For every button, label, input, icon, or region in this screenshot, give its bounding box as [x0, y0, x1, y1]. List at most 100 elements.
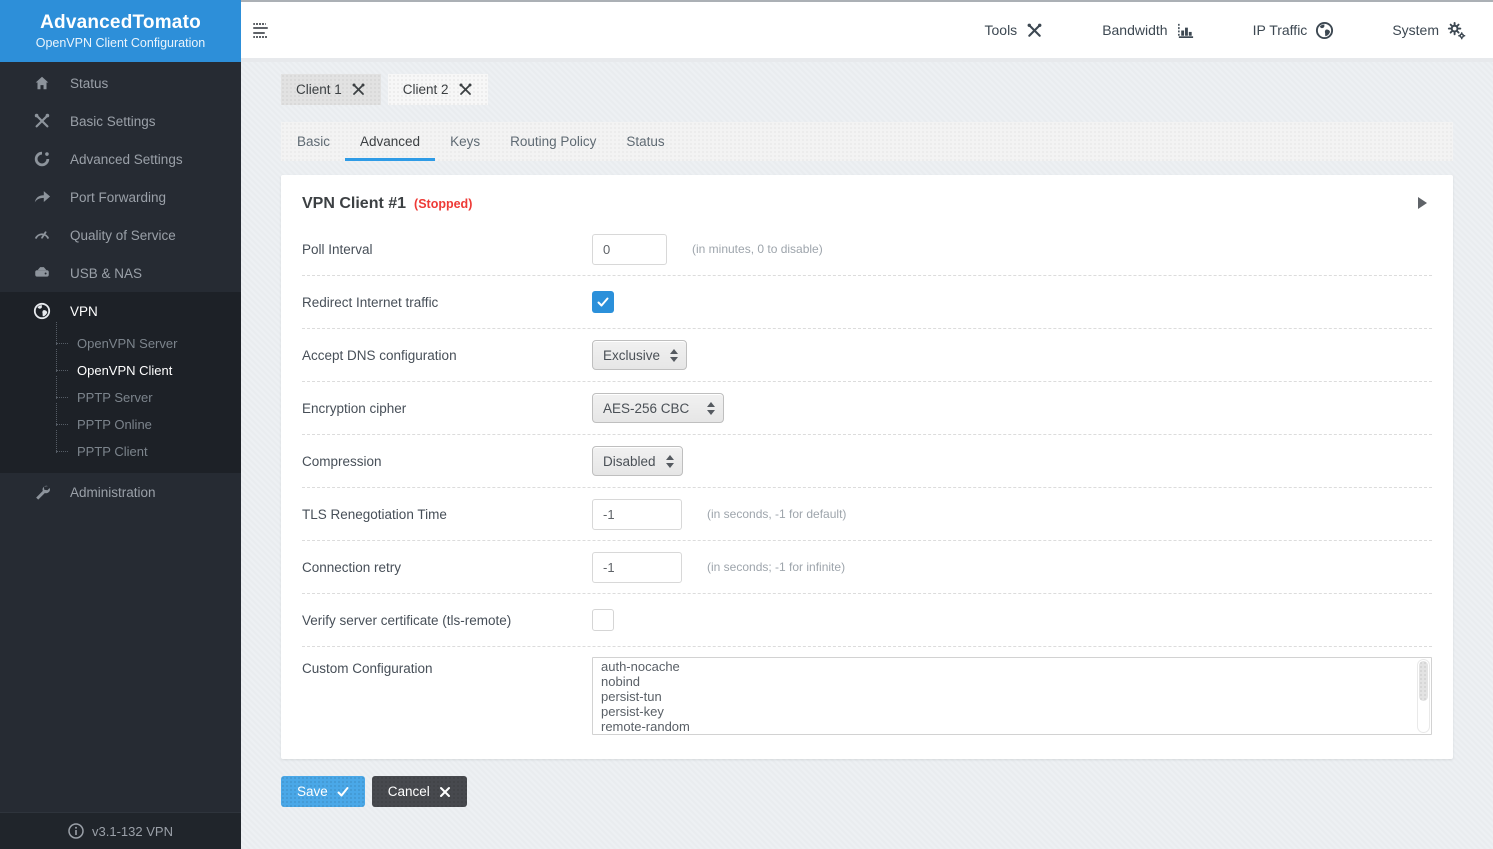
sidebar-subitem-label: OpenVPN Client	[77, 363, 172, 378]
wrench-icon	[33, 483, 51, 501]
topnav-bandwidth[interactable]: Bandwidth	[1102, 21, 1194, 40]
form-row-accept-dns: Accept DNS configuration Exclusive	[302, 329, 1432, 382]
field-label: Accept DNS configuration	[302, 348, 592, 363]
card-header: VPN Client #1 (Stopped)	[302, 195, 1432, 213]
speedometer-icon	[33, 226, 51, 244]
collapse-arrow-icon[interactable]	[1418, 197, 1427, 209]
sidebar-nav: Status Basic Settings Advanced Settings …	[0, 62, 241, 812]
sidebar-item-vpn[interactable]: VPN	[0, 292, 241, 330]
topnav-ip-traffic[interactable]: IP Traffic	[1253, 21, 1335, 40]
sidebar-subitem-label: PPTP Client	[77, 444, 148, 459]
version-footer: v3.1-132 VPN	[0, 812, 241, 849]
accept-dns-select[interactable]: Exclusive	[592, 340, 687, 370]
compression-select[interactable]: Disabled	[592, 446, 683, 476]
bandwidth-icon	[1176, 21, 1195, 40]
tree-connector	[52, 438, 69, 465]
select-arrows-icon	[707, 402, 715, 415]
tab-keys[interactable]: Keys	[435, 122, 495, 161]
sidebar-item-label: Quality of Service	[70, 228, 176, 243]
sidebar: AdvancedTomato OpenVPN Client Configurat…	[0, 0, 241, 849]
select-arrows-icon	[666, 455, 674, 468]
forward-arrow-icon	[33, 188, 51, 206]
form-row-connection-retry: Connection retry (in seconds; -1 for inf…	[302, 541, 1432, 594]
redirect-traffic-checkbox[interactable]	[592, 291, 614, 313]
sidebar-item-qos[interactable]: Quality of Service	[0, 216, 241, 254]
sidebar-item-label: Advanced Settings	[70, 152, 183, 167]
sidebar-subitem-pptp-online[interactable]: PPTP Online	[0, 411, 241, 438]
top-header: Tools Bandwidth IP Traffic	[241, 0, 1493, 62]
sidebar-subitem-label: PPTP Online	[77, 417, 152, 432]
tools-icon	[458, 82, 473, 97]
version-label: v3.1-132 VPN	[92, 824, 173, 839]
app-logo[interactable]: AdvancedTomato OpenVPN Client Configurat…	[0, 0, 241, 62]
sidebar-item-status[interactable]: Status	[0, 64, 241, 102]
tools-icon	[1025, 21, 1044, 40]
section-tabs: Basic Advanced Keys Routing Policy Statu…	[281, 122, 1453, 161]
poll-interval-input[interactable]	[592, 234, 667, 265]
field-label: Custom Configuration	[302, 657, 592, 676]
field-hint: (in seconds; -1 for infinite)	[707, 560, 845, 574]
info-icon	[68, 823, 84, 839]
check-icon	[597, 296, 609, 308]
cancel-label: Cancel	[388, 784, 430, 799]
custom-config-textarea[interactable]: auth-nocache nobind persist-tun persist-…	[592, 657, 1432, 735]
cancel-button[interactable]: Cancel	[372, 776, 467, 807]
close-icon	[439, 786, 451, 798]
cipher-select[interactable]: AES-256 CBC	[592, 393, 724, 423]
sidebar-subitem-pptp-client[interactable]: PPTP Client	[0, 438, 241, 465]
field-label: Poll Interval	[302, 242, 592, 257]
field-label: Encryption cipher	[302, 401, 592, 416]
sidebar-subitem-openvpn-server[interactable]: OpenVPN Server	[0, 330, 241, 357]
tab-status[interactable]: Status	[611, 122, 679, 161]
sidebar-item-usb-nas[interactable]: USB & NAS	[0, 254, 241, 292]
sidebar-item-port-forwarding[interactable]: Port Forwarding	[0, 178, 241, 216]
drive-icon	[33, 264, 51, 282]
select-value: Exclusive	[603, 348, 660, 363]
sidebar-item-advanced-settings[interactable]: Advanced Settings	[0, 140, 241, 178]
home-icon	[33, 74, 51, 92]
tab-routing-policy[interactable]: Routing Policy	[495, 122, 611, 161]
tls-renegotiation-input[interactable]	[592, 499, 682, 530]
field-label: Compression	[302, 454, 592, 469]
save-button[interactable]: Save	[281, 776, 365, 807]
topnav-label: Tools	[985, 22, 1018, 38]
topnav-tools[interactable]: Tools	[985, 21, 1045, 40]
globe-icon	[1315, 21, 1334, 40]
tab-label: Client 2	[403, 82, 449, 97]
sidebar-subitem-openvpn-client[interactable]: OpenVPN Client	[0, 357, 241, 384]
topnav-system[interactable]: System	[1392, 21, 1466, 40]
sidebar-item-basic-settings[interactable]: Basic Settings	[0, 102, 241, 140]
connection-retry-input[interactable]	[592, 552, 682, 583]
tab-advanced[interactable]: Advanced	[345, 122, 435, 161]
topnav-label: System	[1392, 22, 1439, 38]
field-label: Connection retry	[302, 560, 592, 575]
sidebar-subitem-pptp-server[interactable]: PPTP Server	[0, 384, 241, 411]
tab-client-2[interactable]: Client 2	[388, 74, 488, 105]
scrollbar-thumb[interactable]	[1419, 661, 1428, 701]
disc-icon	[33, 150, 51, 168]
form-row-custom-config: Custom Configuration auth-nocache nobind…	[302, 647, 1432, 741]
select-arrows-icon	[670, 349, 678, 362]
tools-icon	[33, 112, 51, 130]
tab-client-1[interactable]: Client 1	[281, 74, 381, 105]
sidebar-item-label: Status	[70, 76, 108, 91]
app-subtitle: OpenVPN Client Configuration	[36, 36, 206, 50]
textarea-scrollbar[interactable]	[1417, 659, 1430, 733]
select-value: AES-256 CBC	[603, 401, 689, 416]
field-hint: (in minutes, 0 to disable)	[692, 242, 823, 256]
form-row-redirect-traffic: Redirect Internet traffic	[302, 276, 1432, 329]
vpn-client-form-card: VPN Client #1 (Stopped) Poll Interval (i…	[281, 175, 1453, 759]
tree-connector	[52, 357, 69, 384]
form-row-tls-renegotiation: TLS Renegotiation Time (in seconds, -1 f…	[302, 488, 1432, 541]
check-icon	[337, 786, 349, 798]
status-badge: (Stopped)	[414, 197, 472, 211]
tree-connector	[52, 411, 69, 438]
sidebar-item-label: Basic Settings	[70, 114, 156, 129]
globe-icon	[33, 302, 51, 320]
sidebar-item-administration[interactable]: Administration	[0, 473, 241, 511]
menu-toggle-icon[interactable]	[253, 22, 273, 38]
tab-basic[interactable]: Basic	[282, 122, 345, 161]
verify-cert-checkbox[interactable]	[592, 609, 614, 631]
sidebar-item-label: USB & NAS	[70, 266, 142, 281]
app-window: AdvancedTomato OpenVPN Client Configurat…	[0, 0, 1493, 849]
